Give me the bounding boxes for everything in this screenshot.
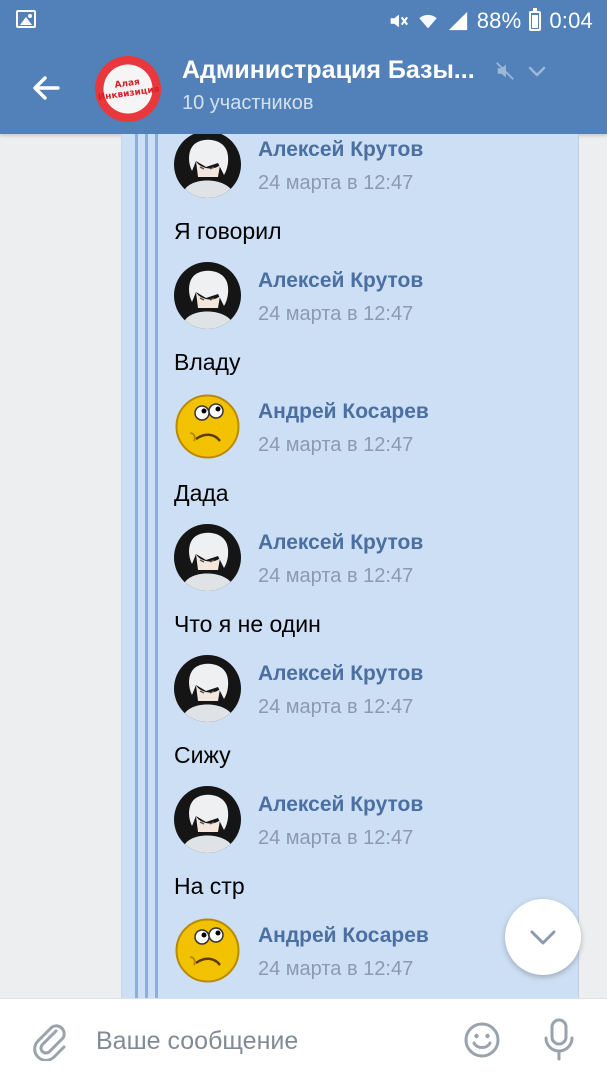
message-list[interactable]: Алексей Крутов 24 марта в 12:47 Я говори… xyxy=(0,134,607,998)
message-date: 24 марта в 12:47 xyxy=(258,172,414,194)
paperclip-icon[interactable] xyxy=(30,1019,68,1061)
chat-subtitle: 10 участников xyxy=(182,92,314,114)
battery-icon xyxy=(529,8,542,31)
smiley-avatar[interactable] xyxy=(174,393,241,460)
forward-level-line xyxy=(135,134,138,998)
message-text: На стр xyxy=(174,873,245,899)
message-composer xyxy=(0,998,607,1080)
emoji-icon[interactable] xyxy=(463,1021,501,1059)
gallery-icon xyxy=(16,10,36,28)
message-text: Сижу xyxy=(174,742,231,768)
message-date: 24 марта в 12:47 xyxy=(258,565,414,587)
message-date: 24 марта в 12:47 xyxy=(258,958,414,980)
message-text: Дада xyxy=(174,480,229,506)
message-text: Я говорил xyxy=(174,218,282,244)
smiley-avatar[interactable] xyxy=(174,917,241,984)
status-bar: 88% 0:04 xyxy=(0,0,607,42)
mute-icon xyxy=(496,62,514,80)
anime-avatar[interactable] xyxy=(174,262,241,329)
message-author[interactable]: Алексей Крутов xyxy=(258,269,423,293)
clock: 0:04 xyxy=(549,8,593,33)
avatar-logo: Алая Инквизиция xyxy=(97,77,161,104)
message-author[interactable]: Алексей Крутов xyxy=(258,138,423,162)
message-input[interactable] xyxy=(96,1021,436,1061)
message-author[interactable]: Алексей Крутов xyxy=(258,793,423,817)
anime-avatar[interactable] xyxy=(174,655,241,722)
anime-avatar[interactable] xyxy=(174,524,241,591)
message-author[interactable]: Андрей Косарев xyxy=(258,400,429,424)
message-author[interactable]: Алексей Крутов xyxy=(258,662,423,686)
message-text: Владу xyxy=(174,349,241,375)
battery-percent: 88% xyxy=(476,8,522,33)
chevron-down-icon xyxy=(530,930,556,945)
forward-level-line xyxy=(155,134,158,998)
message-text: Что я не один xyxy=(174,611,321,637)
message-author[interactable]: Андрей Косарев xyxy=(258,924,429,948)
message-date: 24 марта в 12:47 xyxy=(258,434,414,456)
chat-avatar[interactable]: Алая Инквизиция xyxy=(95,56,161,122)
back-arrow-icon[interactable] xyxy=(24,66,68,110)
chat-header: Алая Инквизиция Администрация Базы... 10… xyxy=(0,42,607,134)
mute-icon xyxy=(390,14,408,28)
message-date: 24 марта в 12:47 xyxy=(258,827,414,849)
message-author[interactable]: Алексей Крутов xyxy=(258,531,423,555)
anime-avatar[interactable] xyxy=(174,786,241,853)
status-icons: 88% 0:04 xyxy=(387,6,593,36)
scroll-down-button[interactable] xyxy=(505,899,581,975)
anime-avatar[interactable] xyxy=(174,134,241,198)
message-date: 24 марта в 12:47 xyxy=(258,303,414,325)
signal-icon xyxy=(448,11,467,31)
forward-level-line xyxy=(145,134,148,998)
chevron-down-icon[interactable] xyxy=(526,62,548,80)
chat-title[interactable]: Администрация Базы... xyxy=(182,56,475,85)
wifi-icon xyxy=(419,14,437,29)
message-date: 24 марта в 12:47 xyxy=(258,696,414,718)
microphone-icon[interactable] xyxy=(542,1017,576,1061)
